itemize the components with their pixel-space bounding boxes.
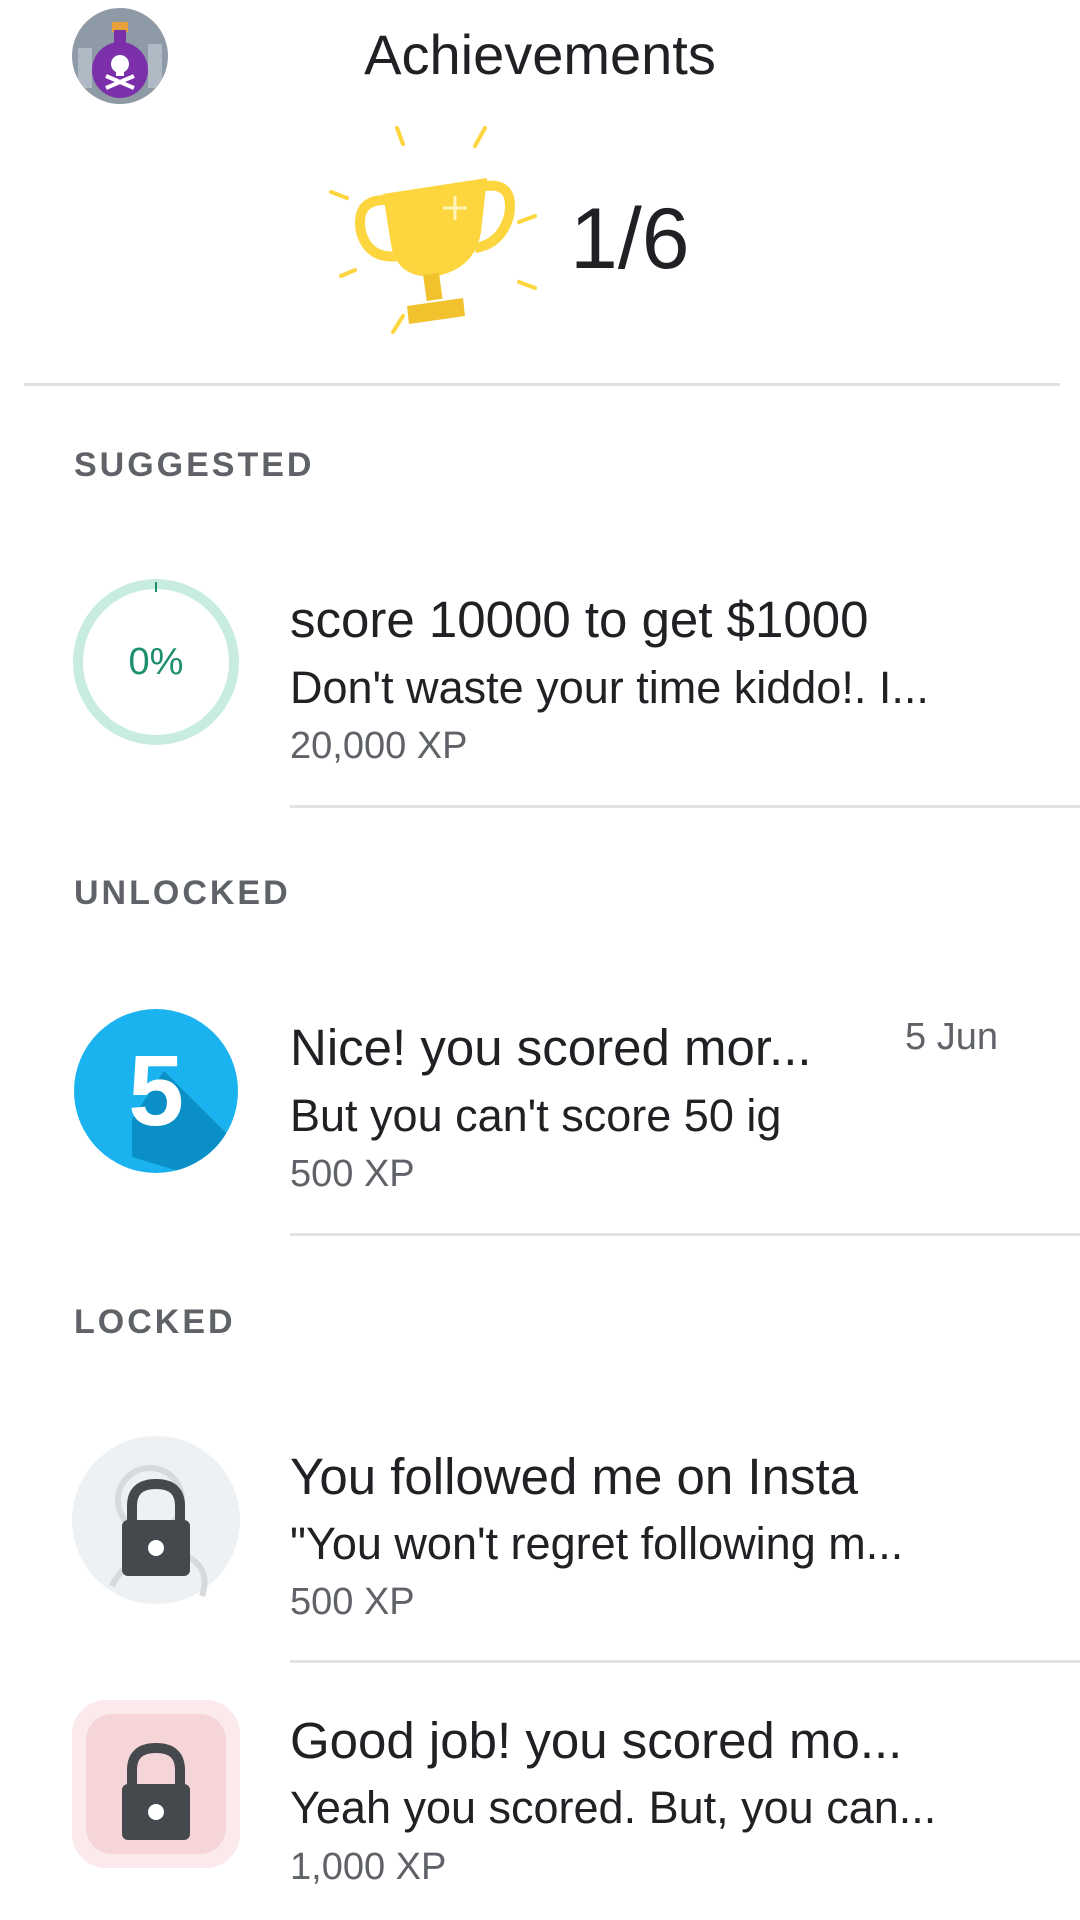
row-divider: [290, 1660, 1080, 1663]
achievement-xp: 500 XP: [290, 1153, 415, 1195]
achievement-description: Yeah you scored. But, you can...: [290, 1782, 937, 1833]
achievement-title[interactable]: Nice! you scored mor...: [290, 1018, 812, 1077]
achievement-title[interactable]: score 10000 to get $1000: [290, 590, 868, 649]
progress-percent: 0%: [128, 640, 184, 683]
section-label-suggested: SUGGESTED: [74, 446, 315, 484]
row-divider: [290, 805, 1080, 808]
achievement-title[interactable]: Good job! you scored mo...: [290, 1711, 902, 1770]
badge-number: 5: [128, 1035, 184, 1147]
trophy-icon: [325, 120, 545, 350]
progress-ring: 0%: [72, 578, 240, 746]
achievement-description: But you can't score 50 ig: [290, 1090, 782, 1141]
number-five-badge-icon: 5: [72, 1007, 240, 1175]
achievement-xp: 20,000 XP: [290, 725, 468, 767]
achievement-description: "You won't regret following m...: [290, 1518, 904, 1569]
section-label-locked: LOCKED: [74, 1303, 236, 1341]
achievement-counter: 1/6: [570, 191, 690, 287]
section-label-unlocked: UNLOCKED: [74, 874, 291, 912]
locked-achievement-icon: [72, 1436, 240, 1604]
achievement-title[interactable]: You followed me on Insta: [290, 1447, 858, 1506]
achievement-xp: 1,000 XP: [290, 1846, 447, 1888]
achievement-description: Don't waste your time kiddo!. I...: [290, 662, 929, 713]
header-divider: [24, 383, 1060, 386]
page-title: Achievements: [364, 23, 716, 86]
achievement-xp: 500 XP: [290, 1581, 415, 1623]
row-divider: [290, 1233, 1080, 1236]
unlock-date: 5 Jun: [905, 1016, 998, 1058]
locked-achievement-icon: [72, 1700, 240, 1868]
